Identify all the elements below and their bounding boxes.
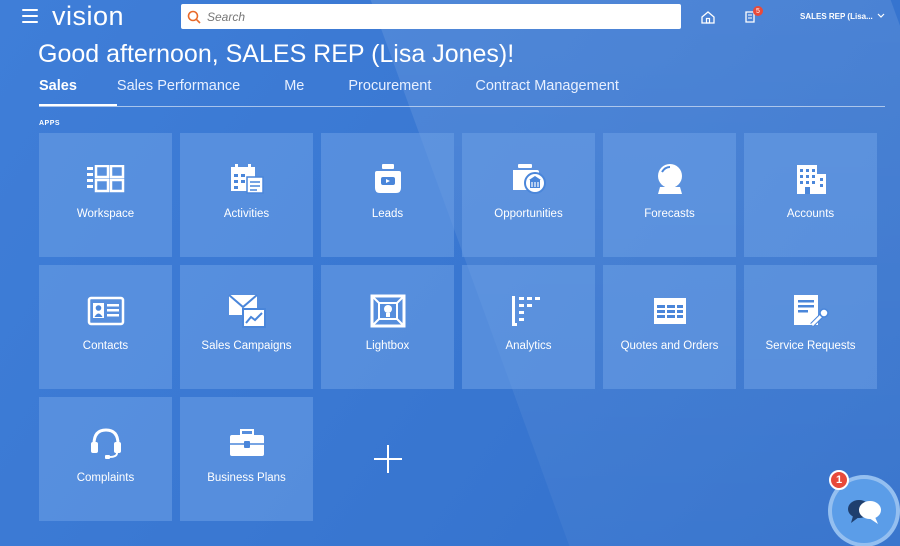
notification-badge: 5 xyxy=(753,6,763,16)
app-tile-opportunities[interactable]: Opportunities xyxy=(462,133,595,257)
app-tile-service-requests[interactable]: Service Requests xyxy=(744,265,877,389)
add-app-tile[interactable] xyxy=(321,397,454,521)
app-label: Forecasts xyxy=(644,208,695,220)
chat-badge: 1 xyxy=(829,470,849,490)
app-tile-contacts[interactable]: Contacts xyxy=(39,265,172,389)
app-label: Quotes and Orders xyxy=(620,340,719,352)
contact-card-icon xyxy=(87,293,125,329)
campaign-envelope-icon xyxy=(227,293,267,329)
notifications-button[interactable]: 5 xyxy=(744,6,763,30)
app-label: Activities xyxy=(223,208,270,220)
tab-contract-management[interactable]: Contract Management xyxy=(475,78,618,106)
leads-icon xyxy=(371,161,405,197)
nav-tabs: Sales Sales Performance Me Procurement C… xyxy=(39,78,663,106)
spreadsheet-icon xyxy=(652,293,688,329)
hamburger-menu-icon[interactable] xyxy=(22,9,38,23)
app-label: Sales Campaigns xyxy=(201,340,292,352)
tab-me[interactable]: Me xyxy=(284,78,304,106)
chat-bubbles-icon xyxy=(848,500,881,524)
app-tile-business-plans[interactable]: Business Plans xyxy=(180,397,313,521)
calendar-icon xyxy=(229,161,265,197)
tab-divider xyxy=(39,106,885,107)
app-tile-sales-campaigns[interactable]: Sales Campaigns xyxy=(180,265,313,389)
crystal-ball-icon xyxy=(653,161,687,197)
app-label: Leads xyxy=(371,208,404,220)
top-bar: vision 5 SALES REP (Lisa... xyxy=(0,0,900,34)
search-input[interactable] xyxy=(207,9,667,24)
chevron-down-icon xyxy=(877,12,885,21)
app-label: Workspace xyxy=(76,208,135,220)
tab-procurement[interactable]: Procurement xyxy=(348,78,431,106)
apps-section-label: APPS xyxy=(39,120,61,127)
app-label: Opportunities xyxy=(494,208,563,220)
app-label: Complaints xyxy=(76,472,135,484)
tab-sales-performance[interactable]: Sales Performance xyxy=(117,78,240,106)
app-tile-complaints[interactable]: Complaints xyxy=(39,397,172,521)
user-menu[interactable]: SALES REP (Lisa... xyxy=(800,12,885,21)
home-icon[interactable] xyxy=(700,9,716,30)
greeting-heading: Good afternoon, SALES REP (Lisa Jones)! xyxy=(38,40,515,68)
app-label: Analytics xyxy=(505,340,552,352)
app-tile-accounts[interactable]: Accounts xyxy=(744,133,877,257)
plus-icon xyxy=(373,445,402,473)
building-icon xyxy=(794,161,828,197)
tab-sales[interactable]: Sales xyxy=(39,78,117,106)
app-tile-analytics[interactable]: Analytics xyxy=(462,265,595,389)
app-label: Accounts xyxy=(786,208,835,220)
brand-logo: vision xyxy=(52,1,125,31)
app-tile-leads[interactable]: Leads xyxy=(321,133,454,257)
briefcase-icon xyxy=(228,425,266,461)
search-icon xyxy=(181,10,207,24)
service-wrench-icon xyxy=(792,293,830,329)
app-tile-activities[interactable]: Activities xyxy=(180,133,313,257)
app-tile-lightbox[interactable]: Lightbox xyxy=(321,265,454,389)
app-label: Business Plans xyxy=(207,472,286,484)
app-label: Lightbox xyxy=(365,340,410,352)
workspace-icon xyxy=(86,161,126,197)
headset-icon xyxy=(89,425,123,461)
app-tile-quotes-and-orders[interactable]: Quotes and Orders xyxy=(603,265,736,389)
user-menu-label: SALES REP (Lisa... xyxy=(800,12,873,21)
app-label: Contacts xyxy=(82,340,129,352)
apps-grid: Workspace Activities Leads Opportunities… xyxy=(39,133,877,521)
analytics-icon xyxy=(510,293,548,329)
app-label: Service Requests xyxy=(765,340,856,352)
app-tile-workspace[interactable]: Workspace xyxy=(39,133,172,257)
search-box[interactable] xyxy=(181,4,681,29)
app-tile-forecasts[interactable]: Forecasts xyxy=(603,133,736,257)
lightbox-icon xyxy=(370,293,406,329)
opportunities-icon xyxy=(510,161,548,197)
